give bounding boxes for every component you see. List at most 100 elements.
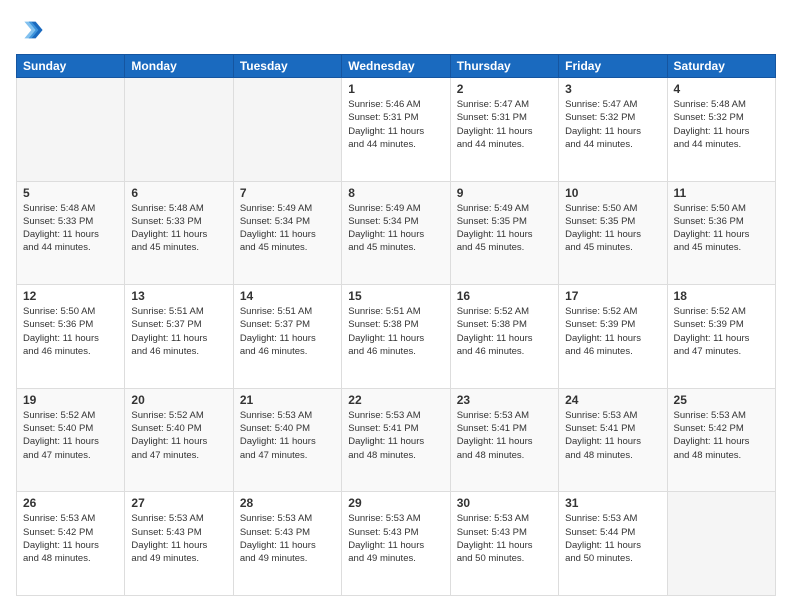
day-number: 14 [240, 289, 335, 303]
day-header-monday: Monday [125, 55, 233, 78]
day-info: Sunrise: 5:53 AM Sunset: 5:41 PM Dayligh… [457, 409, 552, 462]
day-number: 26 [23, 496, 118, 510]
day-info: Sunrise: 5:53 AM Sunset: 5:43 PM Dayligh… [240, 512, 335, 565]
day-info: Sunrise: 5:48 AM Sunset: 5:32 PM Dayligh… [674, 98, 769, 151]
day-number: 3 [565, 82, 660, 96]
week-row-0: 1 Sunrise: 5:46 AM Sunset: 5:31 PM Daylig… [17, 78, 776, 182]
day-info: Sunrise: 5:49 AM Sunset: 5:34 PM Dayligh… [240, 202, 335, 255]
day-info: Sunrise: 5:52 AM Sunset: 5:38 PM Dayligh… [457, 305, 552, 358]
day-info: Sunrise: 5:51 AM Sunset: 5:37 PM Dayligh… [240, 305, 335, 358]
day-header-thursday: Thursday [450, 55, 558, 78]
day-header-sunday: Sunday [17, 55, 125, 78]
day-info: Sunrise: 5:47 AM Sunset: 5:31 PM Dayligh… [457, 98, 552, 151]
calendar-body: 1 Sunrise: 5:46 AM Sunset: 5:31 PM Daylig… [17, 78, 776, 596]
calendar-header: SundayMondayTuesdayWednesdayThursdayFrid… [17, 55, 776, 78]
calendar-cell: 7 Sunrise: 5:49 AM Sunset: 5:34 PM Daylig… [233, 181, 341, 285]
day-info: Sunrise: 5:50 AM Sunset: 5:36 PM Dayligh… [674, 202, 769, 255]
week-row-4: 26 Sunrise: 5:53 AM Sunset: 5:42 PM Dayli… [17, 492, 776, 596]
calendar-cell: 22 Sunrise: 5:53 AM Sunset: 5:41 PM Dayli… [342, 388, 450, 492]
calendar-cell: 21 Sunrise: 5:53 AM Sunset: 5:40 PM Dayli… [233, 388, 341, 492]
day-number: 18 [674, 289, 769, 303]
day-number: 29 [348, 496, 443, 510]
calendar-cell [17, 78, 125, 182]
day-info: Sunrise: 5:53 AM Sunset: 5:42 PM Dayligh… [23, 512, 118, 565]
header-row: SundayMondayTuesdayWednesdayThursdayFrid… [17, 55, 776, 78]
calendar-cell: 17 Sunrise: 5:52 AM Sunset: 5:39 PM Dayli… [559, 285, 667, 389]
day-number: 1 [348, 82, 443, 96]
calendar-cell [667, 492, 775, 596]
day-info: Sunrise: 5:50 AM Sunset: 5:36 PM Dayligh… [23, 305, 118, 358]
day-number: 13 [131, 289, 226, 303]
day-number: 12 [23, 289, 118, 303]
day-info: Sunrise: 5:46 AM Sunset: 5:31 PM Dayligh… [348, 98, 443, 151]
week-row-3: 19 Sunrise: 5:52 AM Sunset: 5:40 PM Dayli… [17, 388, 776, 492]
calendar-cell: 1 Sunrise: 5:46 AM Sunset: 5:31 PM Daylig… [342, 78, 450, 182]
calendar-cell: 24 Sunrise: 5:53 AM Sunset: 5:41 PM Dayli… [559, 388, 667, 492]
calendar-cell: 15Sunrise: 5:51 AM Sunset: 5:38 PM Dayli… [342, 285, 450, 389]
day-number: 28 [240, 496, 335, 510]
calendar-cell: 4 Sunrise: 5:48 AM Sunset: 5:32 PM Daylig… [667, 78, 775, 182]
day-info: Sunrise: 5:50 AM Sunset: 5:35 PM Dayligh… [565, 202, 660, 255]
day-info: Sunrise: 5:53 AM Sunset: 5:42 PM Dayligh… [674, 409, 769, 462]
day-number: 7 [240, 186, 335, 200]
calendar-cell [233, 78, 341, 182]
day-number: 4 [674, 82, 769, 96]
day-number: 9 [457, 186, 552, 200]
day-info: Sunrise: 5:47 AM Sunset: 5:32 PM Dayligh… [565, 98, 660, 151]
day-info: Sunrise: 5:52 AM Sunset: 5:40 PM Dayligh… [23, 409, 118, 462]
day-number: 31 [565, 496, 660, 510]
day-number: 20 [131, 393, 226, 407]
calendar-cell: 19 Sunrise: 5:52 AM Sunset: 5:40 PM Dayli… [17, 388, 125, 492]
day-info: Sunrise: 5:48 AM Sunset: 5:33 PM Dayligh… [23, 202, 118, 255]
day-number: 25 [674, 393, 769, 407]
calendar-cell: 3 Sunrise: 5:47 AM Sunset: 5:32 PM Daylig… [559, 78, 667, 182]
week-row-2: 12 Sunrise: 5:50 AM Sunset: 5:36 PM Dayli… [17, 285, 776, 389]
day-header-saturday: Saturday [667, 55, 775, 78]
day-info: Sunrise: 5:53 AM Sunset: 5:43 PM Dayligh… [348, 512, 443, 565]
calendar-cell: 6Sunrise: 5:48 AM Sunset: 5:33 PM Daylig… [125, 181, 233, 285]
day-number: 19 [23, 393, 118, 407]
day-number: 8 [348, 186, 443, 200]
day-header-wednesday: Wednesday [342, 55, 450, 78]
calendar: SundayMondayTuesdayWednesdayThursdayFrid… [16, 54, 776, 596]
day-info: Sunrise: 5:52 AM Sunset: 5:40 PM Dayligh… [131, 409, 226, 462]
calendar-cell: 9 Sunrise: 5:49 AM Sunset: 5:35 PM Daylig… [450, 181, 558, 285]
day-info: Sunrise: 5:53 AM Sunset: 5:41 PM Dayligh… [348, 409, 443, 462]
calendar-cell: 20 Sunrise: 5:52 AM Sunset: 5:40 PM Dayli… [125, 388, 233, 492]
calendar-cell: 26 Sunrise: 5:53 AM Sunset: 5:42 PM Dayli… [17, 492, 125, 596]
day-info: Sunrise: 5:52 AM Sunset: 5:39 PM Dayligh… [674, 305, 769, 358]
week-row-1: 5Sunrise: 5:48 AM Sunset: 5:33 PM Daylig… [17, 181, 776, 285]
day-number: 24 [565, 393, 660, 407]
calendar-cell: 11Sunrise: 5:50 AM Sunset: 5:36 PM Dayli… [667, 181, 775, 285]
calendar-cell: 14 Sunrise: 5:51 AM Sunset: 5:37 PM Dayli… [233, 285, 341, 389]
calendar-cell: 29 Sunrise: 5:53 AM Sunset: 5:43 PM Dayli… [342, 492, 450, 596]
day-number: 27 [131, 496, 226, 510]
day-header-friday: Friday [559, 55, 667, 78]
day-info: Sunrise: 5:49 AM Sunset: 5:35 PM Dayligh… [457, 202, 552, 255]
day-number: 17 [565, 289, 660, 303]
calendar-cell: 12 Sunrise: 5:50 AM Sunset: 5:36 PM Dayli… [17, 285, 125, 389]
calendar-cell: 8 Sunrise: 5:49 AM Sunset: 5:34 PM Daylig… [342, 181, 450, 285]
day-info: Sunrise: 5:51 AM Sunset: 5:37 PM Dayligh… [131, 305, 226, 358]
calendar-cell: 5Sunrise: 5:48 AM Sunset: 5:33 PM Daylig… [17, 181, 125, 285]
calendar-cell: 2Sunrise: 5:47 AM Sunset: 5:31 PM Daylig… [450, 78, 558, 182]
day-number: 21 [240, 393, 335, 407]
day-number: 23 [457, 393, 552, 407]
calendar-cell: 31Sunrise: 5:53 AM Sunset: 5:44 PM Dayli… [559, 492, 667, 596]
logo [16, 16, 48, 44]
day-info: Sunrise: 5:53 AM Sunset: 5:40 PM Dayligh… [240, 409, 335, 462]
day-info: Sunrise: 5:51 AM Sunset: 5:38 PM Dayligh… [348, 305, 443, 358]
day-info: Sunrise: 5:53 AM Sunset: 5:41 PM Dayligh… [565, 409, 660, 462]
calendar-cell: 13 Sunrise: 5:51 AM Sunset: 5:37 PM Dayli… [125, 285, 233, 389]
day-info: Sunrise: 5:53 AM Sunset: 5:43 PM Dayligh… [131, 512, 226, 565]
day-number: 6 [131, 186, 226, 200]
calendar-cell: 25 Sunrise: 5:53 AM Sunset: 5:42 PM Dayli… [667, 388, 775, 492]
calendar-cell: 28 Sunrise: 5:53 AM Sunset: 5:43 PM Dayli… [233, 492, 341, 596]
day-info: Sunrise: 5:49 AM Sunset: 5:34 PM Dayligh… [348, 202, 443, 255]
day-number: 16 [457, 289, 552, 303]
day-info: Sunrise: 5:52 AM Sunset: 5:39 PM Dayligh… [565, 305, 660, 358]
calendar-cell: 10Sunrise: 5:50 AM Sunset: 5:35 PM Dayli… [559, 181, 667, 285]
day-number: 22 [348, 393, 443, 407]
header [16, 16, 776, 44]
calendar-cell: 16 Sunrise: 5:52 AM Sunset: 5:38 PM Dayli… [450, 285, 558, 389]
